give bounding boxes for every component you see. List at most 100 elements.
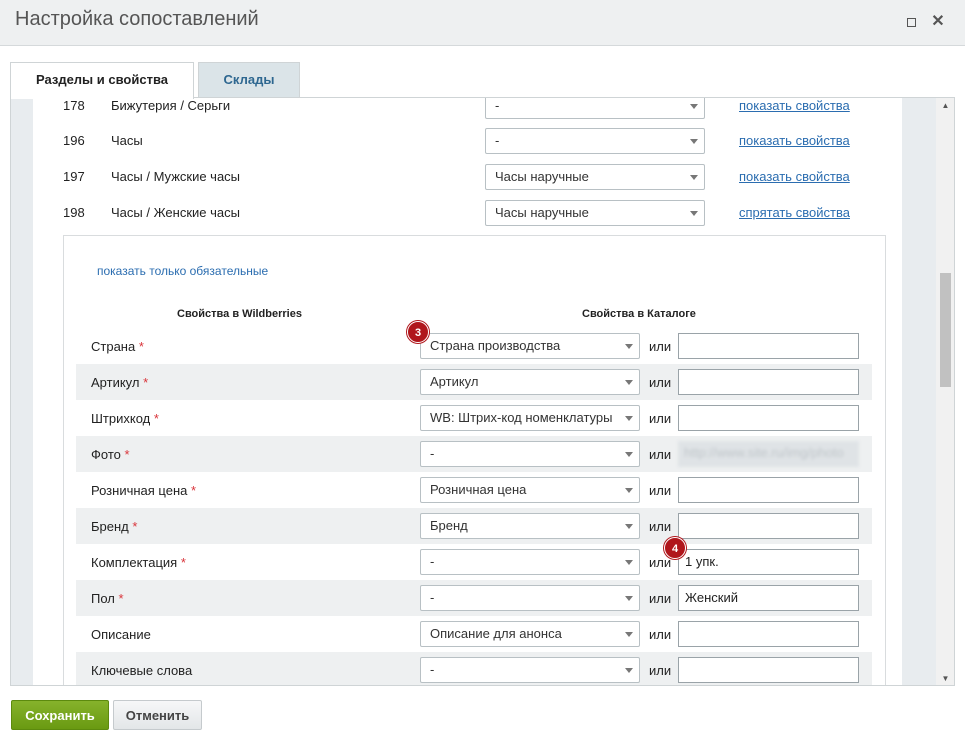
chevron-down-icon [690,211,698,216]
or-label: или [649,375,672,390]
property-name: Пол * [91,591,124,606]
or-label: или [649,591,672,606]
property-value-input[interactable]: Женский [678,585,859,611]
category-row: 198 Часы / Женские часы Часы наручные сп… [63,200,883,226]
or-label: или [649,483,672,498]
scroll-thumb[interactable] [940,273,951,387]
chevron-down-icon [690,139,698,144]
category-name: Бижутерия / Серьги [111,98,231,113]
property-value-input[interactable] [678,333,859,359]
tab-warehouses[interactable]: Склады [198,62,300,98]
property-value-input[interactable] [678,621,859,647]
category-name: Часы / Мужские часы [111,169,241,184]
chevron-down-icon [625,524,633,529]
chevron-down-icon [625,452,633,457]
scroll-down-icon[interactable]: ▼ [936,671,954,685]
chevron-down-icon [625,488,633,493]
or-label: или [649,663,672,678]
or-label: или [649,411,672,426]
property-row: Бренд * Бренд или [76,508,872,544]
property-select[interactable]: - [420,657,640,683]
column-header-wildberries: Свойства в Wildberries [177,308,302,320]
property-value-input[interactable] [678,657,859,683]
required-marker: * [118,591,124,606]
property-name: Страна * [91,339,144,354]
maximize-icon[interactable] [903,14,919,30]
category-id: 198 [63,205,85,220]
content-panel: 178 Бижутерия / Серьги - показать свойст… [10,97,955,686]
category-row: 178 Бижутерия / Серьги - показать свойст… [63,98,883,119]
required-marker: * [138,339,144,354]
or-label: или [649,627,672,642]
vertical-scrollbar[interactable]: ▲ ▼ [936,98,954,685]
column-header-catalog: Свойства в Каталоге [582,308,696,320]
annotation-badge: 4 [664,537,686,559]
property-name: Комплектация * [91,555,186,570]
required-marker: * [180,555,186,570]
scroll-up-icon[interactable]: ▲ [936,98,954,114]
category-name: Часы / Женские часы [111,205,240,220]
category-id: 178 [63,98,85,113]
property-row: Артикул * Артикул или [76,364,872,400]
chevron-down-icon [625,668,633,673]
show-properties-link[interactable]: показать свойства [739,169,850,184]
hide-properties-link[interactable]: спрятать свойства [739,205,850,220]
or-label: или [649,447,672,462]
property-row: Комплектация * - или 1 упк. [76,544,872,580]
property-select[interactable]: Артикул [420,369,640,395]
property-select[interactable]: Бренд [420,513,640,539]
required-marker: * [124,447,130,462]
property-value-input[interactable] [678,405,859,431]
property-row: Страна * Страна производства или [76,328,872,364]
required-marker: * [143,375,149,390]
property-value-input[interactable] [678,513,859,539]
category-row: 197 Часы / Мужские часы Часы наручные по… [63,164,883,190]
chevron-down-icon [625,632,633,637]
show-properties-link[interactable]: показать свойства [739,98,850,113]
tab-sections-properties[interactable]: Разделы и свойства [10,62,194,99]
property-name: Розничная цена * [91,483,197,498]
property-row: Ключевые слова - или [76,652,872,685]
or-label: или [649,555,672,570]
required-marker: * [190,483,197,498]
property-row: Розничная цена * Розничная цена или [76,472,872,508]
or-label: или [649,519,672,534]
required-marker: * [132,519,138,534]
chevron-down-icon [625,380,633,385]
property-select[interactable]: Розничная цена [420,477,640,503]
mapping-list: 178 Бижутерия / Серьги - показать свойст… [33,98,902,685]
category-select[interactable]: - [485,98,705,119]
property-select[interactable]: WB: Штрих-код номенклатуры [420,405,640,431]
property-row: Штрихкод * WB: Штрих-код номенклатуры ил… [76,400,872,436]
property-row: Описание Описание для анонса или [76,616,872,652]
category-id: 197 [63,169,85,184]
cancel-button[interactable]: Отменить [113,700,202,730]
chevron-down-icon [625,416,633,421]
window-title: Настройка сопоставлений [15,8,259,30]
property-name: Ключевые слова [91,663,193,678]
save-button[interactable]: Сохранить [11,700,109,730]
category-select[interactable]: Часы наручные [485,164,705,190]
property-select[interactable]: - [420,549,640,575]
or-label: или [649,339,672,354]
show-properties-link[interactable]: показать свойства [739,133,850,148]
property-select[interactable]: Описание для анонса [420,621,640,647]
required-marker: * [153,411,159,426]
category-select[interactable]: - [485,128,705,154]
property-select[interactable]: Страна производства [420,333,640,359]
show-required-only-link[interactable]: показать только обязательные [97,264,268,278]
property-select[interactable]: - [420,441,640,467]
property-row: Фото * - или http://www.site.ru/img/phot… [76,436,872,472]
property-name: Штрихкод * [91,411,159,426]
property-value-input[interactable] [678,369,859,395]
close-icon[interactable]: ✕ [930,14,946,30]
category-select[interactable]: Часы наручные [485,200,705,226]
property-value-input[interactable]: 1 упк. [678,549,859,575]
property-name: Описание [91,627,151,642]
property-value-input[interactable] [678,477,859,503]
chevron-down-icon [625,596,633,601]
chevron-down-icon [690,104,698,109]
property-select[interactable]: - [420,585,640,611]
property-name: Бренд * [91,519,138,534]
property-value-input[interactable]: http://www.site.ru/img/photo [678,441,859,467]
